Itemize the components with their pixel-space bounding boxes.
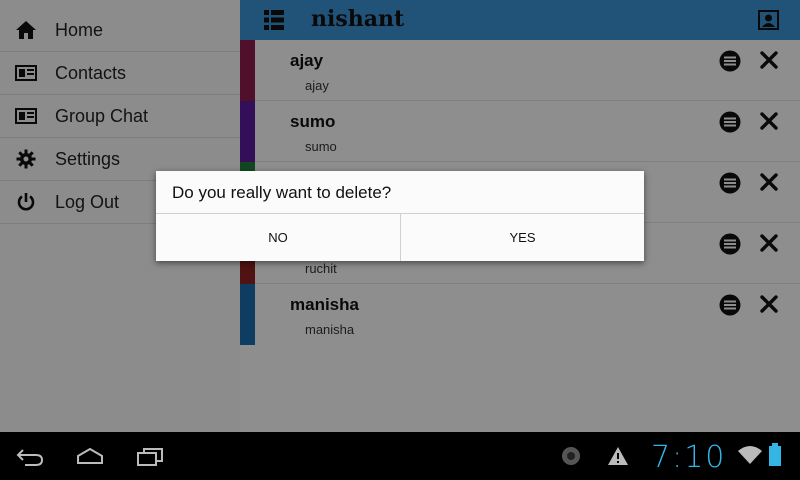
home-button-icon[interactable]	[76, 447, 104, 469]
delete-confirm-dialog: Do you really want to delete? NO YES	[156, 171, 644, 261]
battery-icon	[768, 443, 782, 472]
status-clock[interactable]: 7:10	[651, 440, 726, 475]
no-button[interactable]: NO	[156, 214, 400, 261]
dialog-message: Do you really want to delete?	[172, 183, 392, 202]
back-icon[interactable]	[16, 448, 44, 471]
wifi-icon	[737, 445, 763, 470]
notification-app-icon[interactable]	[561, 446, 581, 471]
warning-icon[interactable]	[607, 446, 629, 471]
system-navigation-bar: 7:10	[0, 432, 800, 480]
recent-apps-icon[interactable]	[136, 448, 164, 471]
yes-button[interactable]: YES	[401, 214, 644, 261]
